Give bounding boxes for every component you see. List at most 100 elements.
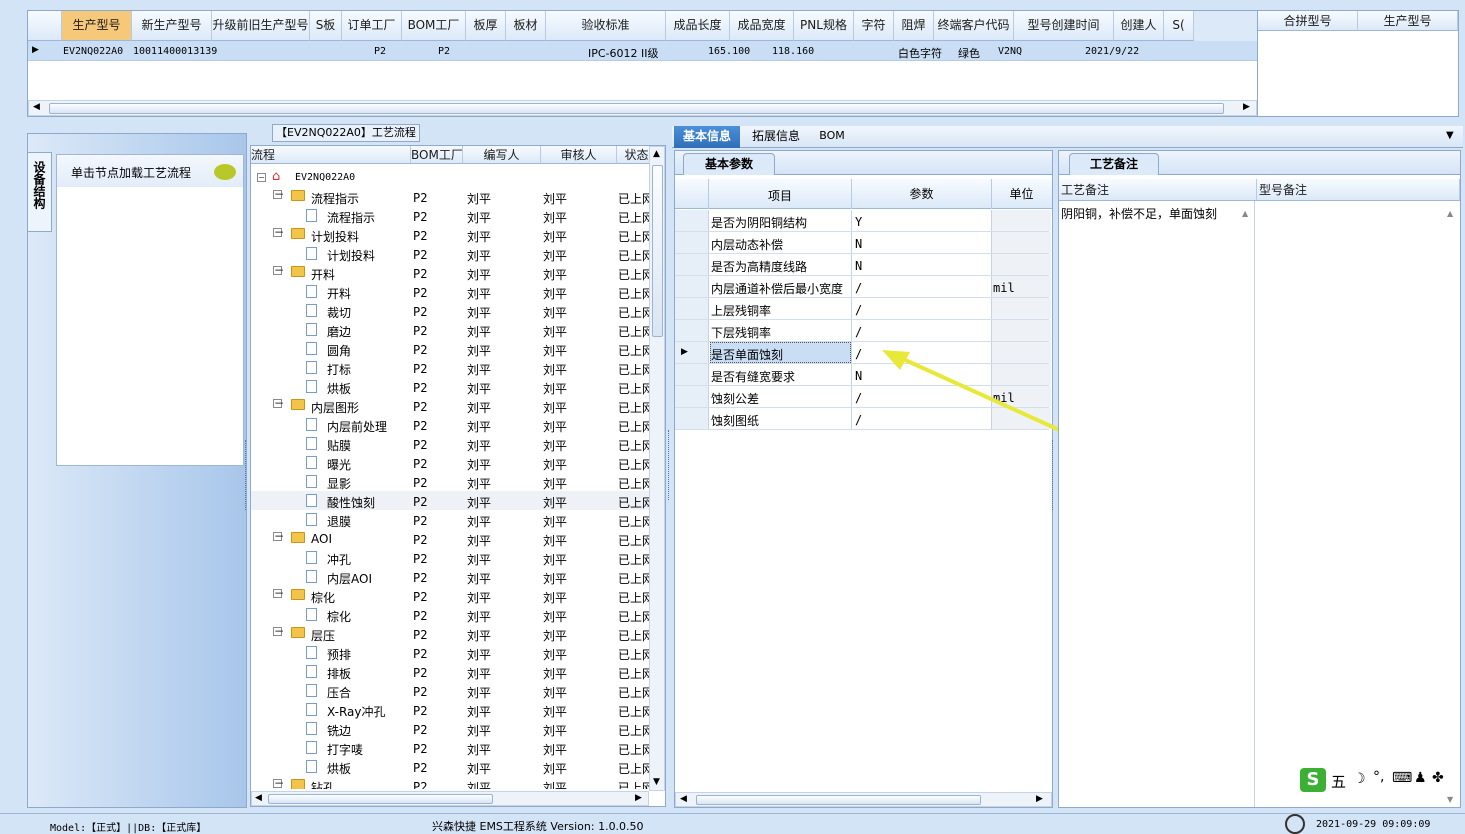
collapse-icon[interactable]: − bbox=[273, 625, 284, 637]
tabs-dropdown-icon[interactable]: ▼ bbox=[1446, 130, 1454, 141]
splitter-mid[interactable] bbox=[668, 430, 672, 500]
param-value[interactable]: / bbox=[855, 281, 862, 295]
param-row[interactable]: 是否为阴阳铜结构 Y bbox=[675, 210, 1051, 232]
merge-header-2[interactable]: 生产型号 bbox=[1358, 11, 1458, 31]
flow-tree-row[interactable]: − AOI P2 刘平 刘平 已上网 bbox=[251, 529, 651, 548]
flow-tree-row[interactable]: 压合 P2 刘平 刘平 已上网 bbox=[251, 681, 651, 700]
param-row[interactable]: 内层通道补偿后最小宽度 / mil bbox=[675, 276, 1051, 298]
flow-tree-row[interactable]: − 内层图形 P2 刘平 刘平 已上网 bbox=[251, 396, 651, 415]
flow-header-2[interactable]: 编写人 bbox=[463, 146, 541, 164]
tab-extended-info[interactable]: 拓展信息 bbox=[746, 126, 806, 148]
tab-device-structure[interactable]: 设备结构 bbox=[28, 152, 52, 232]
param-value[interactable]: Y bbox=[855, 215, 862, 229]
flow-tree-row[interactable]: − 开料 P2 刘平 刘平 已上网 bbox=[251, 263, 651, 282]
flow-tree-row[interactable]: 贴膜 P2 刘平 刘平 已上网 bbox=[251, 434, 651, 453]
params-hscrollbar[interactable]: ◀ ▶ bbox=[675, 792, 1052, 807]
top-grid-header-14[interactable]: 终端客户代码 bbox=[934, 11, 1014, 41]
splitter-right[interactable] bbox=[1052, 440, 1056, 510]
param-value[interactable]: N bbox=[855, 237, 862, 251]
param-value[interactable]: / bbox=[855, 413, 862, 427]
scroll-up-icon[interactable]: ▲ bbox=[1242, 209, 1248, 218]
flow-vscroll-thumb[interactable] bbox=[652, 165, 663, 337]
flow-tree-row[interactable]: 打标 P2 刘平 刘平 已上网 bbox=[251, 358, 651, 377]
flow-tree-row[interactable]: 退膜 P2 刘平 刘平 已上网 bbox=[251, 510, 651, 529]
flow-hscrollbar[interactable]: ◀ ▶ bbox=[251, 791, 649, 806]
param-value[interactable]: N bbox=[855, 259, 862, 273]
flow-tree-row[interactable]: − 钻孔 P2 刘平 刘平 已上网 bbox=[251, 776, 651, 789]
scroll-down-icon[interactable]: ▼ bbox=[653, 777, 660, 787]
flow-tree-row[interactable]: − 棕化 P2 刘平 刘平 已上网 bbox=[251, 586, 651, 605]
top-hscroll-thumb[interactable] bbox=[49, 103, 1224, 114]
flow-tree-row[interactable]: 棕化 P2 刘平 刘平 已上网 bbox=[251, 605, 651, 624]
top-grid-header-12[interactable]: 字符 bbox=[854, 11, 894, 41]
remarks-header-process[interactable]: 工艺备注 bbox=[1059, 179, 1257, 201]
top-grid-header-16[interactable]: 创建人 bbox=[1114, 11, 1164, 41]
collapse-icon[interactable]: − bbox=[273, 226, 284, 238]
top-grid-header-10[interactable]: 成品宽度 bbox=[730, 11, 794, 41]
collapse-icon[interactable]: − bbox=[273, 530, 284, 542]
flow-tree-row[interactable]: − 层压 P2 刘平 刘平 已上网 bbox=[251, 624, 651, 643]
flow-tree-row[interactable]: 酸性蚀刻 P2 刘平 刘平 已上网 bbox=[251, 491, 651, 510]
param-value[interactable]: / bbox=[855, 391, 862, 405]
tab-bom[interactable]: BOM bbox=[812, 126, 852, 148]
param-value[interactable]: N bbox=[855, 369, 862, 383]
flow-tree-row[interactable]: 烘板 P2 刘平 刘平 已上网 bbox=[251, 377, 651, 396]
param-value[interactable]: / bbox=[855, 347, 862, 361]
scroll-left-icon[interactable]: ◀ bbox=[255, 793, 262, 803]
model-note-field[interactable]: ▲ ▼ bbox=[1257, 201, 1460, 807]
top-hscrollbar[interactable]: ◀ ▶ bbox=[28, 100, 1257, 116]
collapse-icon[interactable]: − bbox=[273, 587, 284, 599]
flow-tree-row[interactable]: 裁切 P2 刘平 刘平 已上网 bbox=[251, 301, 651, 320]
flow-tree-row[interactable]: 曝光 P2 刘平 刘平 已上网 bbox=[251, 453, 651, 472]
top-grid-header-13[interactable]: 阻焊 bbox=[894, 11, 934, 41]
collapse-icon[interactable]: − bbox=[273, 188, 284, 200]
params-header-item[interactable]: 项目 bbox=[709, 187, 851, 204]
scroll-up-icon[interactable]: ▲ bbox=[653, 149, 660, 159]
flow-vscrollbar[interactable]: ▲ ▼ bbox=[649, 146, 665, 791]
flow-tree-row[interactable]: 开料 P2 刘平 刘平 已上网 bbox=[251, 282, 651, 301]
collapse-icon[interactable]: − bbox=[257, 173, 266, 182]
remarks-header-model[interactable]: 型号备注 bbox=[1257, 179, 1460, 201]
flow-tree-row[interactable]: 打字唛 P2 刘平 刘平 已上网 bbox=[251, 738, 651, 757]
collapse-icon[interactable]: − bbox=[273, 264, 284, 276]
tab-basic-params[interactable]: 基本参数 bbox=[683, 153, 775, 175]
flow-header-1[interactable]: BOM工厂 bbox=[411, 146, 463, 164]
param-value[interactable]: / bbox=[855, 303, 862, 317]
param-row[interactable]: 是否为高精度线路 N bbox=[675, 254, 1051, 276]
tree-root[interactable]: − ⌂ EV2NQ022A0 bbox=[251, 168, 649, 187]
scroll-right-icon[interactable]: ▶ bbox=[1243, 102, 1250, 112]
flow-tree-row[interactable]: 计划投料 P2 刘平 刘平 已上网 bbox=[251, 244, 651, 263]
scroll-left-icon[interactable]: ◀ bbox=[680, 794, 687, 804]
splitter-left[interactable] bbox=[245, 440, 249, 510]
flow-tree-row[interactable]: 磨边 P2 刘平 刘平 已上网 bbox=[251, 320, 651, 339]
top-grid-header-17[interactable]: S( bbox=[1164, 11, 1194, 41]
tab-basic-info[interactable]: 基本信息 bbox=[674, 126, 740, 148]
grid-icon[interactable]: ✤ bbox=[1432, 770, 1444, 786]
top-grid-header-15[interactable]: 型号创建时间 bbox=[1014, 11, 1114, 41]
scroll-right-icon[interactable]: ▶ bbox=[635, 793, 642, 803]
param-row[interactable]: 上层残铜率 / bbox=[675, 298, 1051, 320]
flow-header-3[interactable]: 审核人 bbox=[541, 146, 617, 164]
flow-tree-row[interactable]: 内层前处理 P2 刘平 刘平 已上网 bbox=[251, 415, 651, 434]
flow-tree-row[interactable]: 圆角 P2 刘平 刘平 已上网 bbox=[251, 339, 651, 358]
user-icon[interactable]: ♟ bbox=[1414, 770, 1427, 786]
top-grid-header-8[interactable]: 验收标准 bbox=[546, 11, 666, 41]
scroll-up-icon[interactable]: ▲ bbox=[1447, 209, 1453, 218]
param-row[interactable]: 下层残铜率 / bbox=[675, 320, 1051, 342]
top-grid-header-11[interactable]: PNL规格 bbox=[794, 11, 854, 41]
top-grid-header-3[interactable]: S板 bbox=[310, 11, 342, 41]
top-grid-header-6[interactable]: 板厚 bbox=[466, 11, 506, 41]
top-grid-header-9[interactable]: 成品长度 bbox=[666, 11, 730, 41]
merge-header-1[interactable]: 合拼型号 bbox=[1258, 11, 1358, 31]
flow-tree-row[interactable]: 内层AOI P2 刘平 刘平 已上网 bbox=[251, 567, 651, 586]
ime-toolbar[interactable]: S 五 ☽ °, ⌨ ♟ ✤ bbox=[1298, 767, 1458, 793]
punctuation-icon[interactable]: °, bbox=[1373, 769, 1384, 785]
scroll-down-icon[interactable]: ▼ bbox=[1447, 795, 1453, 804]
flow-tree-row[interactable]: − 计划投料 P2 刘平 刘平 已上网 bbox=[251, 225, 651, 244]
top-grid-header-4[interactable]: 订单工厂 bbox=[342, 11, 402, 41]
scroll-right-icon[interactable]: ▶ bbox=[1036, 794, 1043, 804]
process-note-field[interactable]: 阴阳铜，补偿不足，单面蚀刻 ▲ bbox=[1059, 201, 1255, 807]
moon-icon[interactable]: ☽ bbox=[1353, 771, 1366, 787]
flow-tree-row[interactable]: X-Ray冲孔 P2 刘平 刘平 已上网 bbox=[251, 700, 651, 719]
param-value[interactable]: / bbox=[855, 325, 862, 339]
